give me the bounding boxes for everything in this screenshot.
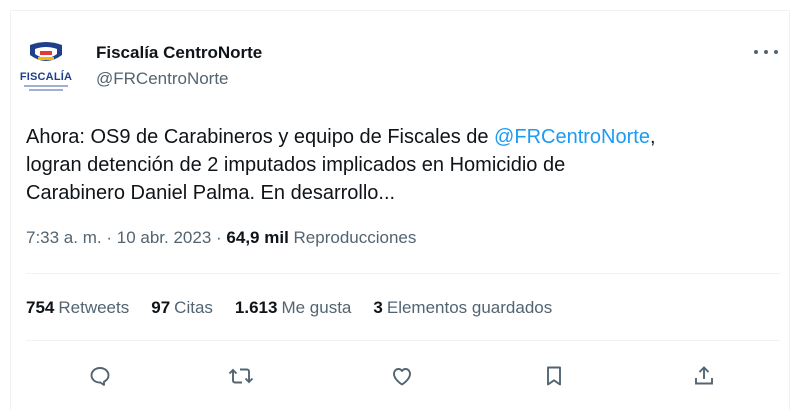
tweet-time[interactable]: 7:33 a. m. [26,228,102,247]
fiscalia-logo-icon [30,42,62,61]
tweet-text: Ahora: OS9 de Carabineros y equipo de Fi… [26,123,776,207]
tweet-text-segment: Ahora: OS9 de Carabineros y equipo de Fi… [26,126,495,148]
action-bar [26,356,780,396]
bookmark-icon[interactable] [540,362,568,390]
tweet-meta: 7:33 a. m. · 10 abr. 2023 · 64,9 mil Rep… [26,226,416,250]
user-handle[interactable]: @FRCentroNorte [96,68,262,90]
separator: · [106,228,113,247]
mention-link[interactable]: @FRCentroNorte [494,126,650,148]
logo-tagline-line [29,89,63,91]
views-label: Reproducciones [293,228,417,247]
views-count: 64,9 mil [226,228,289,247]
stat-label: Me gusta [281,298,352,317]
tweet-stats: 754 Retweets 97 Citas 1.613 Me gusta 3 Eleme… [26,296,552,320]
stat-count: 754 [26,298,55,317]
reply-icon[interactable] [86,362,114,390]
stat-label: Elementos guardados [386,298,553,317]
dot [774,50,778,54]
tweet-text-line-1: Ahora: OS9 de Carabineros y equipo de Fi… [26,123,776,151]
logo-tagline-line [24,85,68,87]
avatar[interactable]: FISCALÍA [14,34,78,98]
stat-likes[interactable]: 1.613 Me gusta [235,296,351,320]
divider [26,273,780,274]
more-dots-icon[interactable] [754,44,778,60]
author-names: Fiscalía CentroNorte @FRCentroNorte [96,42,262,90]
stat-count: 97 [151,298,171,317]
share-icon[interactable] [690,362,718,390]
dot [764,50,768,54]
divider [26,340,780,341]
stat-count: 3 [373,298,383,317]
retweet-icon[interactable] [227,362,255,390]
stat-quotes[interactable]: 97 Citas [151,296,213,320]
stat-count: 1.613 [234,298,278,317]
tweet-text-line-3: Carabinero Daniel Palma. En desarrollo..… [26,182,396,204]
display-name[interactable]: Fiscalía CentroNorte [96,42,262,64]
tweet-text-line-2: logran detención de 2 imputados implicad… [26,154,566,176]
stat-label: Citas [174,298,213,317]
tweet-header: FISCALÍA Fiscalía CentroNorte @FRCentroN… [14,34,262,98]
stat-bookmarks[interactable]: 3 Elementos guardados [373,296,552,320]
tweet-date[interactable]: 10 abr. 2023 [117,228,212,247]
stat-label: Retweets [58,298,130,317]
heart-icon[interactable] [388,362,416,390]
stat-retweets[interactable]: 754 Retweets [26,296,129,320]
tweet-text-segment: , [649,126,656,148]
logo-text: FISCALÍA [19,71,73,83]
dot [754,50,758,54]
separator: · [216,228,222,247]
